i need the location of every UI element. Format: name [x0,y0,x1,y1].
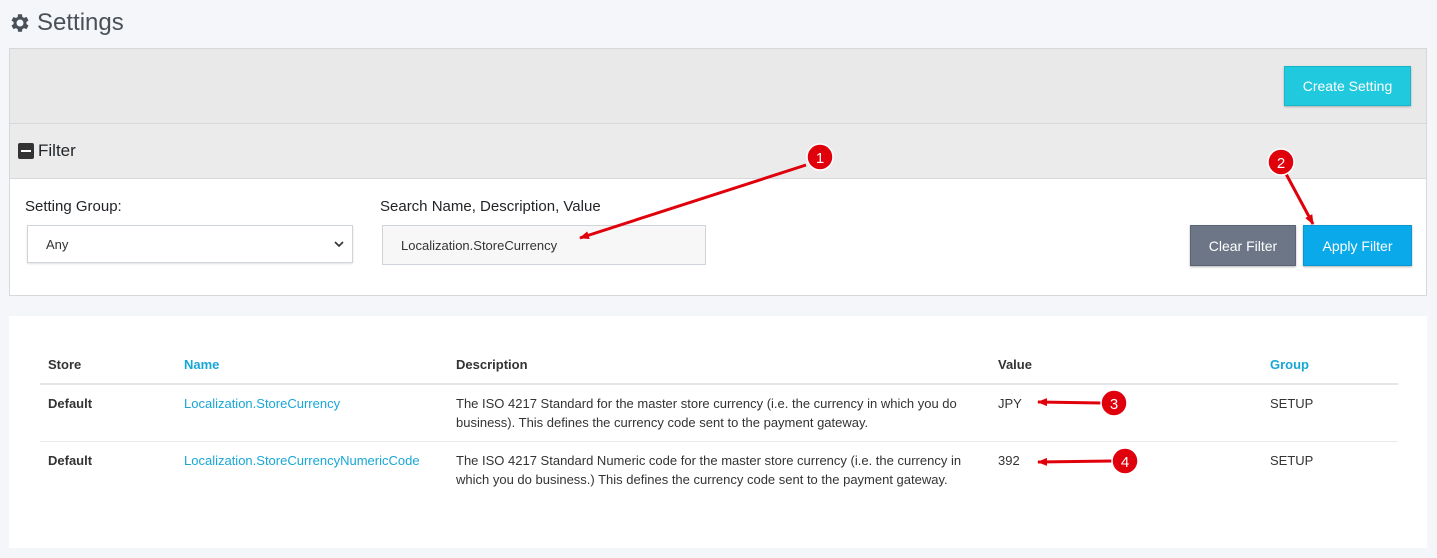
page-header: Settings [8,6,124,40]
clear-filter-button[interactable]: Clear Filter [1190,225,1296,266]
create-setting-button[interactable]: Create Setting [1284,66,1411,106]
toolbar: Create Setting [10,49,1426,124]
settings-table: Store Name Description Value Group Defau… [40,346,1398,498]
chevron-down-icon [334,241,344,248]
apply-filter-button[interactable]: Apply Filter [1303,225,1412,266]
cell-description: The ISO 4217 Standard for the master sto… [448,384,990,442]
settings-panel: Create Setting Filter Setting Group: Any… [9,48,1427,296]
cell-name-link[interactable]: Localization.StoreCurrency [176,384,448,442]
column-header-store: Store [40,346,176,385]
table-row: Default Localization.StoreCurrencyNumeri… [40,441,1398,498]
cell-description: The ISO 4217 Standard Numeric code for t… [456,452,962,487]
cell-group: SETUP [1270,452,1314,468]
search-input-value: Localization.StoreCurrency [401,238,558,253]
cell-store: Default [48,452,93,468]
gear-icon [11,14,29,32]
minus-square-icon[interactable] [18,143,34,159]
column-header-value: Value [990,346,1262,385]
filter-toggle[interactable]: Filter [10,124,1426,179]
page-title: Settings [37,9,124,36]
setting-group-label: Setting Group: [25,198,122,215]
cell-store: Default [40,384,176,442]
column-header-name[interactable]: Name [176,346,448,385]
filter-heading: Filter [38,141,76,160]
results-panel: Store Name Description Value Group Defau… [9,316,1427,548]
filter-body: Setting Group: Any Search Name, Descript… [10,179,1426,295]
cell-value: 392 [998,452,1020,468]
table-header-row: Store Name Description Value Group [40,346,1398,385]
column-header-group[interactable]: Group [1262,346,1398,385]
cell-value: JPY [990,384,1262,442]
cell-group: SETUP [1262,384,1398,442]
column-header-description: Description [448,346,990,385]
search-label: Search Name, Description, Value [380,198,601,215]
table-row: Default Localization.StoreCurrency The I… [40,384,1398,442]
search-input[interactable]: Localization.StoreCurrency [382,225,706,265]
cell-name-link[interactable]: Localization.StoreCurrencyNumericCode [176,441,448,498]
setting-group-value: Any [46,237,69,252]
setting-group-select[interactable]: Any [27,225,353,263]
